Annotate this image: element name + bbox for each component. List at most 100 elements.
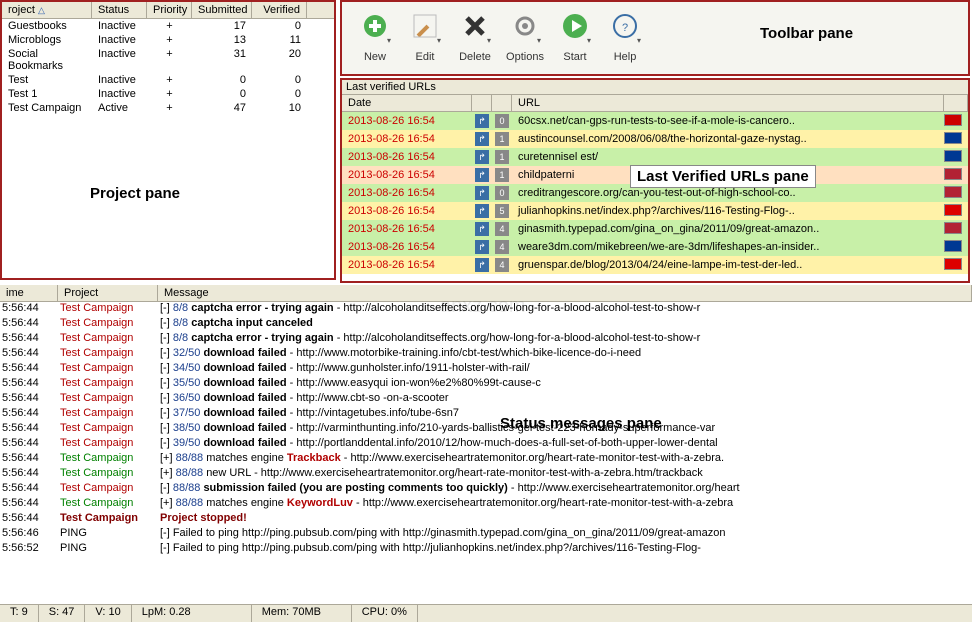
status-rows: 5:56:44Test Campaign[-] 8/8 captcha erro… [0, 302, 972, 557]
col-url[interactable]: URL [512, 95, 944, 111]
link-icon: ↱ [475, 204, 489, 218]
table-row[interactable]: MicroblogsInactive+1311 [2, 33, 334, 47]
url-rows: 2013-08-26 16:54↱060csx.net/can-gps-run-… [342, 112, 968, 274]
table-row[interactable]: TestInactive+00 [2, 73, 334, 87]
status-row: 5:56:44Test Campaign[-] 32/50 download f… [0, 347, 972, 362]
flag-icon [944, 168, 962, 180]
col-sproject[interactable]: Project [58, 285, 158, 301]
count-badge: 1 [495, 150, 509, 164]
col-verified[interactable]: Verified [252, 2, 307, 18]
col-status[interactable]: Status [92, 2, 147, 18]
status-row: 5:56:44Test Campaign[-] 35/50 download f… [0, 377, 972, 392]
count-badge: 1 [495, 132, 509, 146]
link-icon: ↱ [475, 114, 489, 128]
urls-pane: Last verified URLs Date URL 2013-08-26 1… [340, 78, 970, 283]
tb-label: New [364, 51, 386, 63]
url-row[interactable]: 2013-08-26 16:54↱4gruenspar.de/blog/2013… [342, 256, 968, 274]
status-row: 5:56:44Test Campaign[-] 88/88 submission… [0, 482, 972, 497]
link-icon: ↱ [475, 132, 489, 146]
col-project[interactable]: roject △ [2, 2, 92, 18]
flag-icon [944, 258, 962, 270]
col-message[interactable]: Message [158, 285, 972, 301]
dropdown-icon: ▾ [587, 36, 591, 45]
status-row: 5:56:44Test Campaign[-] 37/50 download f… [0, 407, 972, 422]
pencil-icon [411, 12, 439, 40]
x-icon [461, 12, 489, 40]
delete-button[interactable]: ▾Delete [452, 8, 498, 66]
status-pane: ime Project Message 5:56:44Test Campaign… [0, 285, 972, 605]
tb-label: Help [614, 51, 637, 63]
table-row[interactable]: Test CampaignActive+4710 [2, 101, 334, 115]
edit-button[interactable]: ▾Edit [402, 8, 448, 66]
url-row[interactable]: 2013-08-26 16:54↱5julianhopkins.net/inde… [342, 202, 968, 220]
flag-icon [944, 132, 962, 144]
url-row[interactable]: 2013-08-26 16:54↱060csx.net/can-gps-run-… [342, 112, 968, 130]
flag-icon [944, 204, 962, 216]
dropdown-icon: ▾ [537, 36, 541, 45]
col-priority[interactable]: Priority [147, 2, 192, 18]
col-submitted[interactable]: Submitted [192, 2, 252, 18]
status-bar: T: 9 S: 47 V: 10 LpM: 0.28 Mem: 70MB CPU… [0, 604, 972, 622]
flag-icon [944, 150, 962, 162]
tb-label: Delete [459, 51, 491, 63]
tb-label: Options [506, 51, 544, 63]
col-ic1[interactable] [472, 95, 492, 111]
footer-v: V: 10 [85, 605, 131, 622]
status-row: 5:56:46PING[-] Failed to ping http://pin… [0, 527, 972, 542]
play-icon [561, 12, 589, 40]
col-ic2[interactable] [492, 95, 512, 111]
urls-header: Date URL [342, 95, 968, 112]
status-row: 5:56:44Test Campaign[-] 8/8 captcha inpu… [0, 317, 972, 332]
new-button[interactable]: ▾New [352, 8, 398, 66]
gear-icon [511, 12, 539, 40]
sort-asc-icon: △ [38, 5, 45, 15]
link-icon: ↱ [475, 240, 489, 254]
count-badge: 0 [495, 186, 509, 200]
dropdown-icon: ▾ [437, 36, 441, 45]
project-rows: GuestbooksInactive+170MicroblogsInactive… [2, 19, 334, 115]
status-row: 5:56:44Test CampaignProject stopped! [0, 512, 972, 527]
url-row[interactable]: 2013-08-26 16:54↱4ginasmith.typepad.com/… [342, 220, 968, 238]
flag-icon [944, 114, 962, 126]
count-badge: 5 [495, 204, 509, 218]
url-row[interactable]: 2013-08-26 16:54↱1childpaterni [342, 166, 968, 184]
status-row: 5:56:44Test Campaign[-] 8/8 captcha erro… [0, 302, 972, 317]
project-pane: roject △ Status Priority Submitted Verif… [0, 0, 336, 280]
urls-title: Last verified URLs [342, 80, 968, 95]
status-row: 5:56:52PING[-] Failed to ping http://pin… [0, 542, 972, 557]
options-button[interactable]: ▾ Options [502, 8, 548, 66]
col-time[interactable]: ime [0, 285, 58, 301]
table-row[interactable]: GuestbooksInactive+170 [2, 19, 334, 33]
url-row[interactable]: 2013-08-26 16:54↱1curetennisel est/ [342, 148, 968, 166]
count-badge: 4 [495, 240, 509, 254]
url-row[interactable]: 2013-08-26 16:54↱0creditrangescore.org/c… [342, 184, 968, 202]
table-row[interactable]: Social BookmarksInactive+3120 [2, 47, 334, 73]
count-badge: 4 [495, 258, 509, 272]
tb-label: Edit [416, 51, 435, 63]
footer-s: S: 47 [39, 605, 86, 622]
dropdown-icon: ▾ [387, 36, 391, 45]
link-icon: ↱ [475, 186, 489, 200]
col-date[interactable]: Date [342, 95, 472, 111]
col-flag[interactable] [944, 95, 968, 111]
flag-icon [944, 186, 962, 198]
svg-text:?: ? [622, 22, 628, 34]
status-header: ime Project Message [0, 285, 972, 302]
link-icon: ↱ [475, 150, 489, 164]
project-header: roject △ Status Priority Submitted Verif… [2, 2, 334, 19]
plus-icon [361, 12, 389, 40]
start-button[interactable]: ▾Start [552, 8, 598, 66]
status-row: 5:56:44Test Campaign[-] 36/50 download f… [0, 392, 972, 407]
tb-label: Start [563, 51, 586, 63]
dropdown-icon: ▾ [637, 36, 641, 45]
footer-lpm: LpM: 0.28 [132, 605, 252, 622]
footer-mem: Mem: 70MB [252, 605, 352, 622]
url-row[interactable]: 2013-08-26 16:54↱1austincounsel.com/2008… [342, 130, 968, 148]
table-row[interactable]: Test 1Inactive+00 [2, 87, 334, 101]
status-row: 5:56:44Test Campaign[-] 8/8 captcha erro… [0, 332, 972, 347]
url-row[interactable]: 2013-08-26 16:54↱4weare3dm.com/mikebreen… [342, 238, 968, 256]
help-icon: ? [611, 12, 639, 40]
status-row: 5:56:44Test Campaign[-] 38/50 download f… [0, 422, 972, 437]
flag-icon [944, 222, 962, 234]
help-button[interactable]: ? ▾Help [602, 8, 648, 66]
